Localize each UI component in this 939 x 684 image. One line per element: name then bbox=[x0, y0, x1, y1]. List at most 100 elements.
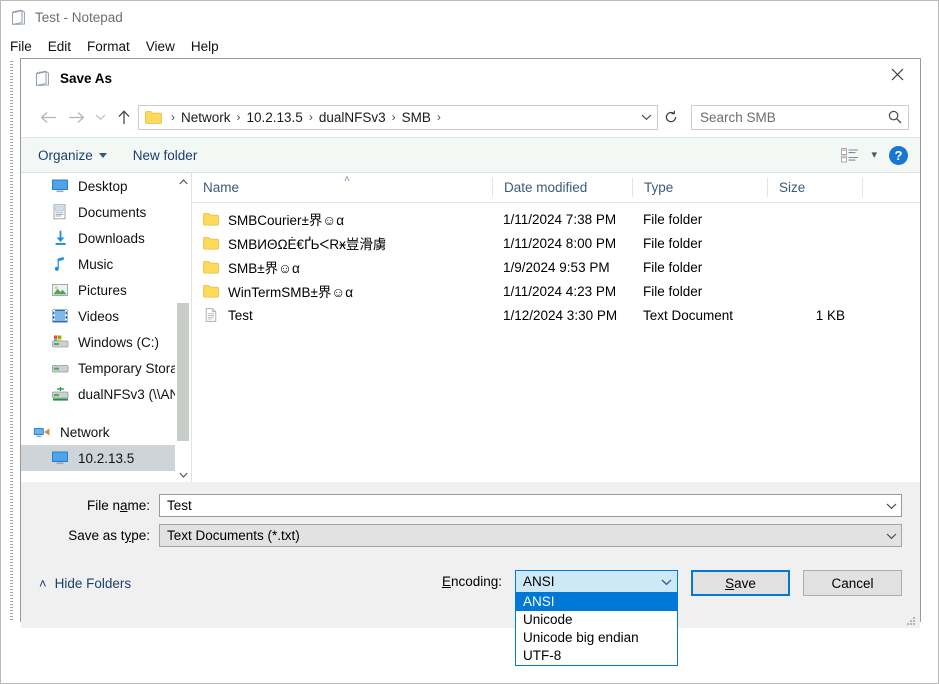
tree-item-videos[interactable]: Videos bbox=[21, 303, 191, 329]
filename-input[interactable]: Test bbox=[159, 494, 902, 517]
breadcrumb-item-network[interactable]: Network bbox=[181, 110, 231, 125]
filename-value[interactable]: Test bbox=[160, 498, 881, 513]
scrollbar-thumb[interactable] bbox=[177, 303, 189, 441]
address-chevron-down-icon[interactable] bbox=[635, 106, 657, 129]
forward-icon[interactable] bbox=[62, 103, 90, 131]
tree-item-10-2-13-5[interactable]: 10.2.13.5 bbox=[21, 445, 191, 471]
folder-icon bbox=[203, 212, 219, 226]
new-folder-button[interactable]: New folder bbox=[133, 148, 198, 163]
dialog-title-text: Save As bbox=[60, 70, 113, 86]
resize-grip-icon[interactable] bbox=[905, 614, 916, 625]
menu-item-format[interactable]: Format bbox=[87, 39, 130, 54]
table-row[interactable]: Test 1/12/2024 3:30 PM Text Document 1 K… bbox=[192, 303, 920, 327]
table-row[interactable]: SMBИΘΩĖ€ҐЬᐸRӿ豈滑虜 1/11/2024 8:00 PM File … bbox=[192, 231, 920, 255]
breadcrumb-separator: › bbox=[391, 110, 396, 124]
breadcrumb-separator: › bbox=[236, 110, 241, 124]
search-box[interactable]: Search SMB bbox=[691, 104, 909, 130]
folder-icon bbox=[203, 284, 219, 298]
table-row[interactable]: SMB±界☺α 1/9/2024 9:53 PM File folder bbox=[192, 255, 920, 279]
navigation-tree[interactable]: Desktop Documents Downloads Music Pictur… bbox=[21, 173, 191, 482]
encoding-label: Encoding: bbox=[441, 574, 502, 589]
help-icon[interactable]: ? bbox=[889, 145, 908, 165]
menu-item-edit[interactable]: Edit bbox=[48, 39, 71, 54]
view-layout-icon[interactable] bbox=[841, 147, 859, 163]
menu-item-file[interactable]: File bbox=[10, 39, 32, 54]
breadcrumb-separator-trailing[interactable]: › bbox=[437, 110, 441, 124]
breadcrumb: › Network › 10.2.13.5 › dualNFSv3 › SMB … bbox=[165, 110, 635, 125]
table-row[interactable]: SMBCourier±界☺α 1/11/2024 7:38 PM File fo… bbox=[192, 207, 920, 231]
tree-item-temporary-storage[interactable]: Temporary Stora bbox=[21, 355, 191, 381]
organize-button[interactable]: Organize bbox=[38, 148, 107, 163]
menu-item-view[interactable]: View bbox=[146, 39, 175, 54]
file-rows[interactable]: SMBCourier±界☺α 1/11/2024 7:38 PM File fo… bbox=[192, 203, 920, 482]
save-button[interactable]: Save bbox=[691, 570, 790, 596]
file-list-pane[interactable]: Name Date modified Type Size ˄ SMBCourie… bbox=[191, 173, 920, 482]
dialog-footer: ˄ Hide Folders Encoding: ANSI ANSI Unico… bbox=[21, 554, 920, 666]
column-header-type[interactable]: Type bbox=[632, 178, 767, 197]
chevron-up-icon: ˄ bbox=[39, 576, 47, 591]
search-icon[interactable] bbox=[882, 110, 908, 124]
encoding-option-unicode[interactable]: Unicode bbox=[516, 611, 677, 629]
encoding-combo-wrapper: ANSI ANSI Unicode Unicode big endian UTF… bbox=[515, 570, 678, 666]
tree-item-music[interactable]: Music bbox=[21, 251, 191, 277]
folder-icon bbox=[203, 236, 219, 250]
tree-item-network[interactable]: Network bbox=[21, 419, 191, 445]
address-bar[interactable]: › Network › 10.2.13.5 › dualNFSv3 › SMB … bbox=[138, 104, 658, 130]
network-drive-icon bbox=[51, 386, 70, 403]
encoding-option-ansi[interactable]: ANSI bbox=[516, 593, 677, 611]
view-chevron-down-icon[interactable]: ▾ bbox=[871, 149, 877, 161]
tree-item-label: 10.2.13.5 bbox=[78, 450, 135, 466]
tree-item-label: Network bbox=[60, 424, 110, 440]
tree-item-pictures[interactable]: Pictures bbox=[21, 277, 191, 303]
table-row[interactable]: WinTermSMB±界☺α 1/11/2024 4:23 PM File fo… bbox=[192, 279, 920, 303]
file-name: SMB±界☺α bbox=[228, 261, 300, 276]
breadcrumb-item-host[interactable]: 10.2.13.5 bbox=[247, 110, 303, 125]
search-input[interactable]: Search SMB bbox=[692, 110, 882, 125]
encoding-option-utf-8[interactable]: UTF-8 bbox=[516, 647, 677, 665]
tree-item-desktop[interactable]: Desktop bbox=[21, 173, 191, 199]
menu-item-help[interactable]: Help bbox=[191, 39, 219, 54]
filename-row: File name: Test bbox=[39, 494, 902, 517]
encoding-option-unicode-big-endian[interactable]: Unicode big endian bbox=[516, 629, 677, 647]
dialog-title-bar: Save As bbox=[21, 59, 920, 97]
breadcrumb-item-smb[interactable]: SMB bbox=[402, 110, 431, 125]
file-date: 1/11/2024 7:38 PM bbox=[503, 211, 617, 227]
close-icon[interactable] bbox=[874, 59, 920, 89]
column-header-size[interactable]: Size bbox=[767, 178, 862, 197]
tree-item-label: Pictures bbox=[78, 282, 127, 298]
file-name: SMBCourier±界☺α bbox=[228, 213, 345, 228]
chevron-down-icon[interactable] bbox=[881, 532, 901, 540]
file-size: 1 KB bbox=[815, 307, 845, 323]
refresh-icon[interactable] bbox=[658, 105, 684, 130]
tree-item-documents[interactable]: Documents bbox=[21, 199, 191, 225]
drive-icon bbox=[51, 360, 70, 377]
chevron-down-icon[interactable] bbox=[655, 578, 677, 586]
column-header-name[interactable]: Name bbox=[192, 178, 492, 197]
breadcrumb-separator: › bbox=[171, 110, 175, 124]
file-name: WinTermSMB±界☺α bbox=[228, 285, 354, 300]
file-date: 1/9/2024 9:53 PM bbox=[503, 259, 610, 275]
hide-folders-button[interactable]: ˄ Hide Folders bbox=[39, 576, 131, 591]
recent-locations-chevron-down-icon[interactable] bbox=[90, 103, 110, 131]
encoding-dropdown[interactable]: ANSI bbox=[515, 570, 678, 593]
tree-item-downloads[interactable]: Downloads bbox=[21, 225, 191, 251]
chevron-down-icon[interactable] bbox=[881, 502, 901, 510]
scroll-down-icon[interactable] bbox=[175, 466, 191, 482]
tree-item-label: Videos bbox=[78, 308, 120, 324]
column-header-date-modified[interactable]: Date modified bbox=[492, 178, 632, 197]
back-icon[interactable] bbox=[34, 103, 62, 131]
pictures-icon bbox=[51, 282, 70, 299]
encoding-options-list[interactable]: ANSI Unicode Unicode big endian UTF-8 bbox=[515, 593, 678, 666]
savetype-dropdown[interactable]: Text Documents (*.txt) bbox=[159, 524, 902, 547]
hide-folders-label: Hide Folders bbox=[54, 576, 132, 591]
tree-item-label: Temporary Stora bbox=[78, 360, 178, 376]
tree-scrollbar[interactable] bbox=[175, 173, 191, 482]
tree-item-dualnfsv3[interactable]: dualNFSv3 (\\AN bbox=[21, 381, 191, 407]
cancel-button[interactable]: Cancel bbox=[803, 570, 902, 596]
up-icon[interactable] bbox=[110, 103, 138, 131]
downloads-icon bbox=[51, 230, 70, 247]
breadcrumb-item-share[interactable]: dualNFSv3 bbox=[319, 110, 386, 125]
scroll-up-icon[interactable] bbox=[175, 173, 191, 190]
tree-item-windows-c[interactable]: Windows (C:) bbox=[21, 329, 191, 355]
folder-icon bbox=[145, 110, 162, 124]
